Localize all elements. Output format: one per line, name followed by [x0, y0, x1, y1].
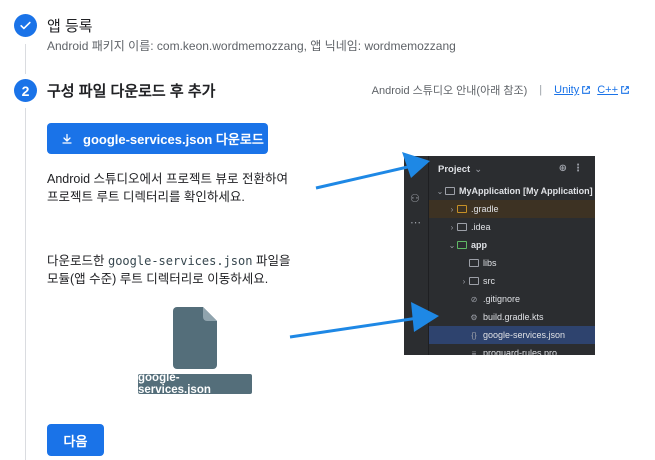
- folder-icon: [469, 277, 479, 285]
- instruction-text-1: Android 스튜디오에서 프로젝트 뷰로 전환하여 프로젝트 루트 디렉터리…: [47, 170, 288, 206]
- tree-item[interactable]: ⚙ build.gradle.kts: [429, 308, 595, 326]
- step1-subtitle: Android 패키지 이름: com.keon.wordmemozzang, …: [47, 39, 456, 53]
- step1-title: 앱 등록: [47, 18, 93, 35]
- chevron-down-icon: ⌄: [474, 163, 483, 175]
- folder-icon: [457, 223, 467, 231]
- chevron-right-icon: ›: [450, 222, 454, 232]
- download-icon: [62, 133, 72, 144]
- ide-toolbar-icons: ⊕⋮: [558, 163, 589, 174]
- step1-check-icon: [14, 14, 37, 37]
- guide-text: Android 스튜디오 안내(아래 참조): [371, 85, 528, 97]
- ide-header-title: Project: [438, 163, 471, 175]
- instruction-text-2: 다운로드한 google-services.json 파일을 모듈(앱 수준) …: [47, 252, 290, 288]
- chevron-down-icon: ⌄: [448, 240, 456, 250]
- tree-item[interactable]: ⊘ .gitignore: [429, 290, 595, 308]
- android-studio-project-view: ◆ ⚇ ⋯ Project ⌄ ⊕⋮ ⌄ MyApplication [My Ap…: [404, 156, 595, 355]
- tree-item-label: .idea: [471, 222, 491, 232]
- step-connector-line-2: [25, 108, 26, 460]
- download-config-button[interactable]: google-services.json 다운로드: [47, 123, 268, 154]
- step2-number-badge: 2: [14, 79, 37, 102]
- unity-link-label: Unity: [554, 84, 580, 96]
- guide-links: Android 스튜디오 안내(아래 참조) | Unity C++: [372, 82, 630, 98]
- cpp-link[interactable]: C++: [597, 84, 630, 96]
- ide-project-panel: Project ⌄ ⊕⋮ ⌄ MyApplication [My Applicat…: [429, 156, 595, 355]
- tree-item[interactable]: libs: [429, 254, 595, 272]
- structure-icon: ⚇: [410, 193, 420, 205]
- cpp-link-label: C++: [597, 84, 618, 96]
- tree-item[interactable]: › src: [429, 272, 595, 290]
- tree-item-label: google-services.json: [483, 330, 566, 340]
- tree-item-label: .gradle: [471, 204, 499, 214]
- folder-icon: [445, 187, 455, 195]
- tree-item-label: .gitignore: [483, 294, 521, 304]
- tree-item-label: app: [471, 240, 488, 250]
- chevron-right-icon: ›: [462, 276, 466, 286]
- separator: |: [539, 84, 543, 96]
- instruction-2-prefix: 다운로드한: [47, 254, 108, 268]
- tree-item[interactable]: › .idea: [429, 218, 595, 236]
- tree-item-label: libs: [483, 258, 497, 268]
- next-button[interactable]: 다음: [47, 424, 104, 456]
- external-link-icon: [582, 86, 591, 94]
- tree-item-label: build.gradle.kts: [483, 312, 544, 322]
- folder-icon: [457, 241, 467, 249]
- lines-file-icon: ≡: [471, 348, 477, 356]
- ide-header: Project ⌄ ⊕⋮: [429, 156, 595, 182]
- ide-sidebar: ◆ ⚇ ⋯: [404, 156, 429, 355]
- chevron-right-icon: ›: [450, 204, 454, 214]
- tree-item[interactable]: ≡ proguard-rules.pro: [429, 344, 595, 355]
- tree-item-label: src: [483, 276, 495, 286]
- tree-item[interactable]: ⌄ MyApplication [My Application]: [429, 182, 595, 200]
- step2-title: 구성 파일 다운로드 후 추가: [47, 83, 216, 100]
- file-name-label: google-services.json: [138, 372, 252, 396]
- step-connector-line: [25, 44, 26, 74]
- instruction-1-line-2: 프로젝트 루트 디렉터리를 확인하세요.: [47, 190, 245, 204]
- filename-code: google-services.json: [107, 254, 253, 268]
- tree-item[interactable]: › .gradle: [429, 200, 595, 218]
- instruction-2-line-2: 모듈(앱 수준) 루트 디렉터리로 이동하세요.: [47, 272, 269, 286]
- tree-item[interactable]: ⌄ app: [429, 236, 595, 254]
- project-tree: ⌄ MyApplication [My Application] › .gradle ›…: [429, 182, 595, 355]
- json-file-icon: {}: [471, 330, 477, 340]
- tree-item-label: proguard-rules.pro: [483, 348, 558, 355]
- tree-item[interactable]: {} google-services.json: [429, 326, 595, 344]
- chevron-down-icon: ⌄: [436, 186, 444, 196]
- folder-icon: [469, 259, 479, 267]
- unity-link[interactable]: Unity: [554, 84, 591, 96]
- instruction-1-line-1: Android 스튜디오에서 프로젝트 뷰로 전환하여: [47, 172, 288, 186]
- circle-file-icon: ⊘: [470, 294, 478, 304]
- folder-icon: [457, 205, 467, 213]
- download-button-label: google-services.json 다운로드: [83, 132, 264, 147]
- external-link-icon: [621, 86, 629, 94]
- android-icon: ◆: [410, 159, 419, 171]
- tree-item-label: MyApplication [My Application]: [459, 186, 593, 196]
- file-icon: [173, 307, 217, 374]
- gradle-file-icon: ⚙: [470, 312, 478, 322]
- instruction-2-suffix: 파일을: [252, 254, 291, 268]
- more-icon: ⋯: [410, 217, 421, 229]
